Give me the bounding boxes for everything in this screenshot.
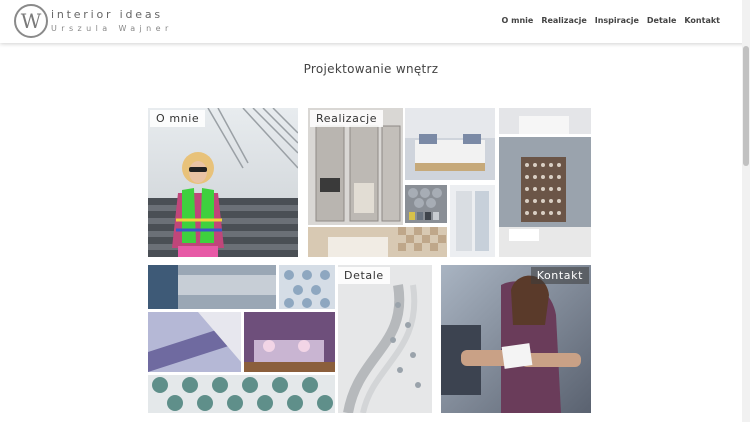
o-mnie-photo [148,108,298,257]
tile-realizacje[interactable]: Realizacje [308,108,403,225]
nav-item-realizacje[interactable]: Realizacje [541,16,586,25]
nav-item-o-mnie[interactable]: O mnie [502,16,534,25]
logo[interactable]: W [14,4,48,38]
tile-o-mnie[interactable]: O mnie [148,108,298,257]
tile-detale[interactable]: Detale [338,265,432,413]
site-header: W interior ideas Urszula Wajner O mnie R… [0,0,750,43]
main-nav: O mnie Realizacje Inspiracje Detale Kont… [502,16,720,25]
realizacje-photo-wardrobe [450,185,495,257]
kontakt-photo [441,265,591,413]
realizacje-photo-bedroom [308,227,447,257]
realizacje-photo-room [499,108,591,134]
tile-label-detale: Detale [338,267,390,284]
tile-label-realizacje: Realizacje [310,110,384,127]
page-title: Projektowanie wnętrz [303,62,439,76]
inspiracje-photo-wall [148,265,276,309]
logo-letter: W [20,9,42,33]
tile-kontakt[interactable]: Kontakt [441,265,591,413]
tile-label-kontakt: Kontakt [530,267,589,284]
realizacje-photo-tiles [405,185,447,223]
brand-subtitle: Urszula Wajner [51,24,173,33]
scrollbar-thumb[interactable] [743,46,749,166]
nav-item-inspiracje[interactable]: Inspiracje [595,16,639,25]
realizacje-photo-bed [405,108,495,180]
inspiracje-photo-fabric [148,312,241,372]
nav-item-detale[interactable]: Detale [647,16,676,25]
nav-item-kontakt[interactable]: Kontakt [684,16,720,25]
scrollbar[interactable] [742,0,750,422]
inspiracje-photo-pattern [279,265,335,309]
detale-photo-staircase [338,265,432,413]
inspiracje-photo-floor [148,375,335,413]
inspiracje-photo-lounge [244,312,335,372]
tile-label-o-mnie: O mnie [150,110,206,127]
brand-title[interactable]: interior ideas [51,8,163,21]
realizacje-photo-bathroom [499,137,591,257]
